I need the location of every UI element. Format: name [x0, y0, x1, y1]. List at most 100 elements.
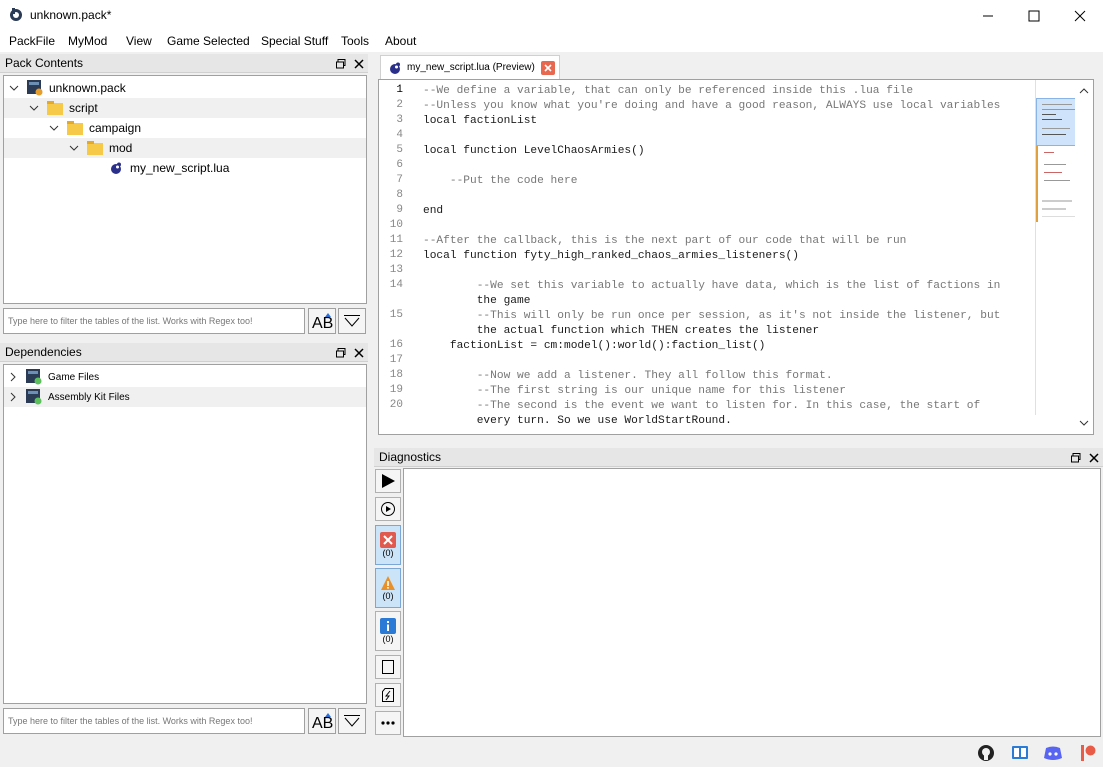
tree-item-mod[interactable]: mod: [4, 138, 366, 158]
line-number: 20: [389, 399, 403, 411]
menu-view[interactable]: View: [126, 34, 152, 48]
open-file-only-button[interactable]: [375, 655, 401, 679]
filter-options-button[interactable]: [338, 308, 366, 334]
error-icon: [380, 532, 396, 548]
pack-contents-title: Pack Contents: [5, 56, 84, 70]
tree-item-pack[interactable]: unknown.pack: [4, 78, 366, 98]
menu-game-selected[interactable]: Game Selected: [167, 34, 250, 48]
diagnostics-title: Diagnostics: [379, 450, 442, 464]
menu-tools[interactable]: Tools: [341, 34, 369, 48]
float-icon[interactable]: [1071, 452, 1081, 463]
chevron-down-icon[interactable]: [1075, 416, 1093, 430]
line-number: 11: [389, 234, 403, 246]
dependencies-filter-input[interactable]: Type here to filter the tables of the li…: [3, 708, 305, 734]
line-number: 14: [389, 279, 403, 291]
code-area[interactable]: --We define a variable, that can only be…: [421, 80, 1035, 434]
line-number: 12: [389, 249, 403, 261]
errors-toggle-button[interactable]: (0): [375, 525, 401, 565]
warning-icon: [381, 576, 395, 590]
line-number: 5: [396, 144, 403, 156]
tree-item-lua-file[interactable]: my_new_script.lua: [4, 158, 366, 178]
document-icon: [382, 660, 394, 674]
pack-contents-title-bar: Pack Contents: [0, 54, 368, 73]
menu-mymod[interactable]: MyMod: [68, 34, 107, 48]
play-icon: [382, 474, 395, 488]
menu-about[interactable]: About: [385, 34, 416, 48]
tree-item-label: unknown.pack: [49, 81, 126, 95]
menu-special-stuff[interactable]: Special Stuff: [261, 34, 328, 48]
folder-icon: [47, 101, 63, 115]
menu-packfile[interactable]: PackFile: [9, 34, 55, 48]
chevron-down-icon: [344, 315, 360, 327]
tree-item-campaign[interactable]: campaign: [4, 118, 366, 138]
line-number: 17: [389, 354, 403, 366]
line-number: 15: [389, 309, 403, 321]
warnings-toggle-button[interactable]: (0): [375, 568, 401, 608]
edited-files-button[interactable]: [375, 683, 401, 707]
case-sensitive-icon: AB: [312, 313, 333, 330]
code-line: --Unless you know what you're doing and …: [423, 100, 1001, 112]
code-line: --Put the code here: [423, 175, 578, 187]
tree-item-label: Game Files: [48, 371, 100, 383]
svg-text:AB: AB: [312, 315, 333, 330]
tree-item-game-files[interactable]: Game Files: [4, 367, 366, 387]
status-bar: [0, 737, 1103, 767]
dependencies-title: Dependencies: [5, 345, 82, 359]
code-line: --We set this variable to actually have …: [423, 280, 1001, 292]
close-tab-icon[interactable]: [540, 60, 555, 75]
check-current-button[interactable]: [375, 497, 401, 521]
line-number: 8: [396, 189, 403, 201]
tree-item-script[interactable]: script: [4, 98, 366, 118]
pack-filter-input[interactable]: Type here to filter the tables of the li…: [3, 308, 305, 334]
chevron-up-icon[interactable]: [1075, 84, 1093, 98]
close-icon[interactable]: [1089, 452, 1099, 463]
github-icon[interactable]: [977, 744, 995, 762]
manual-icon[interactable]: [1011, 744, 1029, 762]
code-line: end: [423, 205, 444, 217]
case-sensitive-icon: AB: [312, 713, 333, 730]
diagnostics-title-bar: Diagnostics: [374, 448, 1103, 467]
patreon-icon[interactable]: [1080, 744, 1096, 762]
warnings-count: (0): [382, 591, 394, 601]
close-icon[interactable]: [354, 347, 364, 358]
close-icon[interactable]: [354, 58, 364, 69]
maximize-button[interactable]: [1011, 0, 1057, 31]
lua-file-icon: [111, 162, 121, 174]
errors-count: (0): [382, 548, 394, 558]
discord-icon[interactable]: [1043, 745, 1063, 761]
code-line: --This will only be run once per session…: [423, 310, 1001, 322]
code-line: --The first string is our unique name fo…: [423, 385, 846, 397]
code-minimap[interactable]: [1035, 80, 1078, 415]
case-sensitive-button[interactable]: AB: [308, 308, 336, 334]
code-line: local function fyty_high_ranked_chaos_ar…: [423, 250, 799, 262]
close-window-button[interactable]: [1057, 0, 1103, 31]
more-options-button[interactable]: [375, 711, 401, 735]
case-sensitive-button[interactable]: AB: [308, 708, 336, 734]
tree-item-assembly-kit[interactable]: Assembly Kit Files: [4, 387, 366, 407]
line-number: 3: [396, 114, 403, 126]
float-icon[interactable]: [336, 347, 346, 358]
chevron-down-icon: [49, 125, 59, 131]
line-number: 1: [396, 84, 403, 96]
pack-tree[interactable]: unknown.pack script campaign mod my_new_…: [3, 75, 367, 304]
diagnostics-results-table[interactable]: [403, 468, 1101, 737]
line-number: 16: [389, 339, 403, 351]
filter-options-button[interactable]: [338, 708, 366, 734]
float-icon[interactable]: [336, 58, 346, 69]
code-line: the actual function which THEN creates t…: [423, 325, 820, 337]
code-line: the game: [423, 295, 531, 307]
close-icon: [1074, 10, 1086, 21]
dependencies-title-bar: Dependencies: [0, 343, 368, 362]
dependencies-tree[interactable]: Game Files Assembly Kit Files: [3, 364, 367, 704]
editor-scrollbar[interactable]: [1075, 80, 1093, 434]
window-title: unknown.pack*: [30, 8, 112, 22]
code-editor[interactable]: 1 2 3 4 5 6 7 8 9 10 11 12 13 14 15 16 17 18 19 20 --We def…: [378, 79, 1094, 435]
minimize-button[interactable]: [965, 0, 1011, 31]
chevron-right-icon: [10, 372, 16, 382]
line-number: 19: [389, 384, 403, 396]
info-toggle-button[interactable]: (0): [375, 611, 401, 651]
chevron-down-icon: [9, 85, 19, 91]
line-number: 9: [396, 204, 403, 216]
run-diagnostics-button[interactable]: [375, 469, 401, 493]
tab-my-new-script[interactable]: my_new_script.lua (Preview): [380, 55, 560, 79]
